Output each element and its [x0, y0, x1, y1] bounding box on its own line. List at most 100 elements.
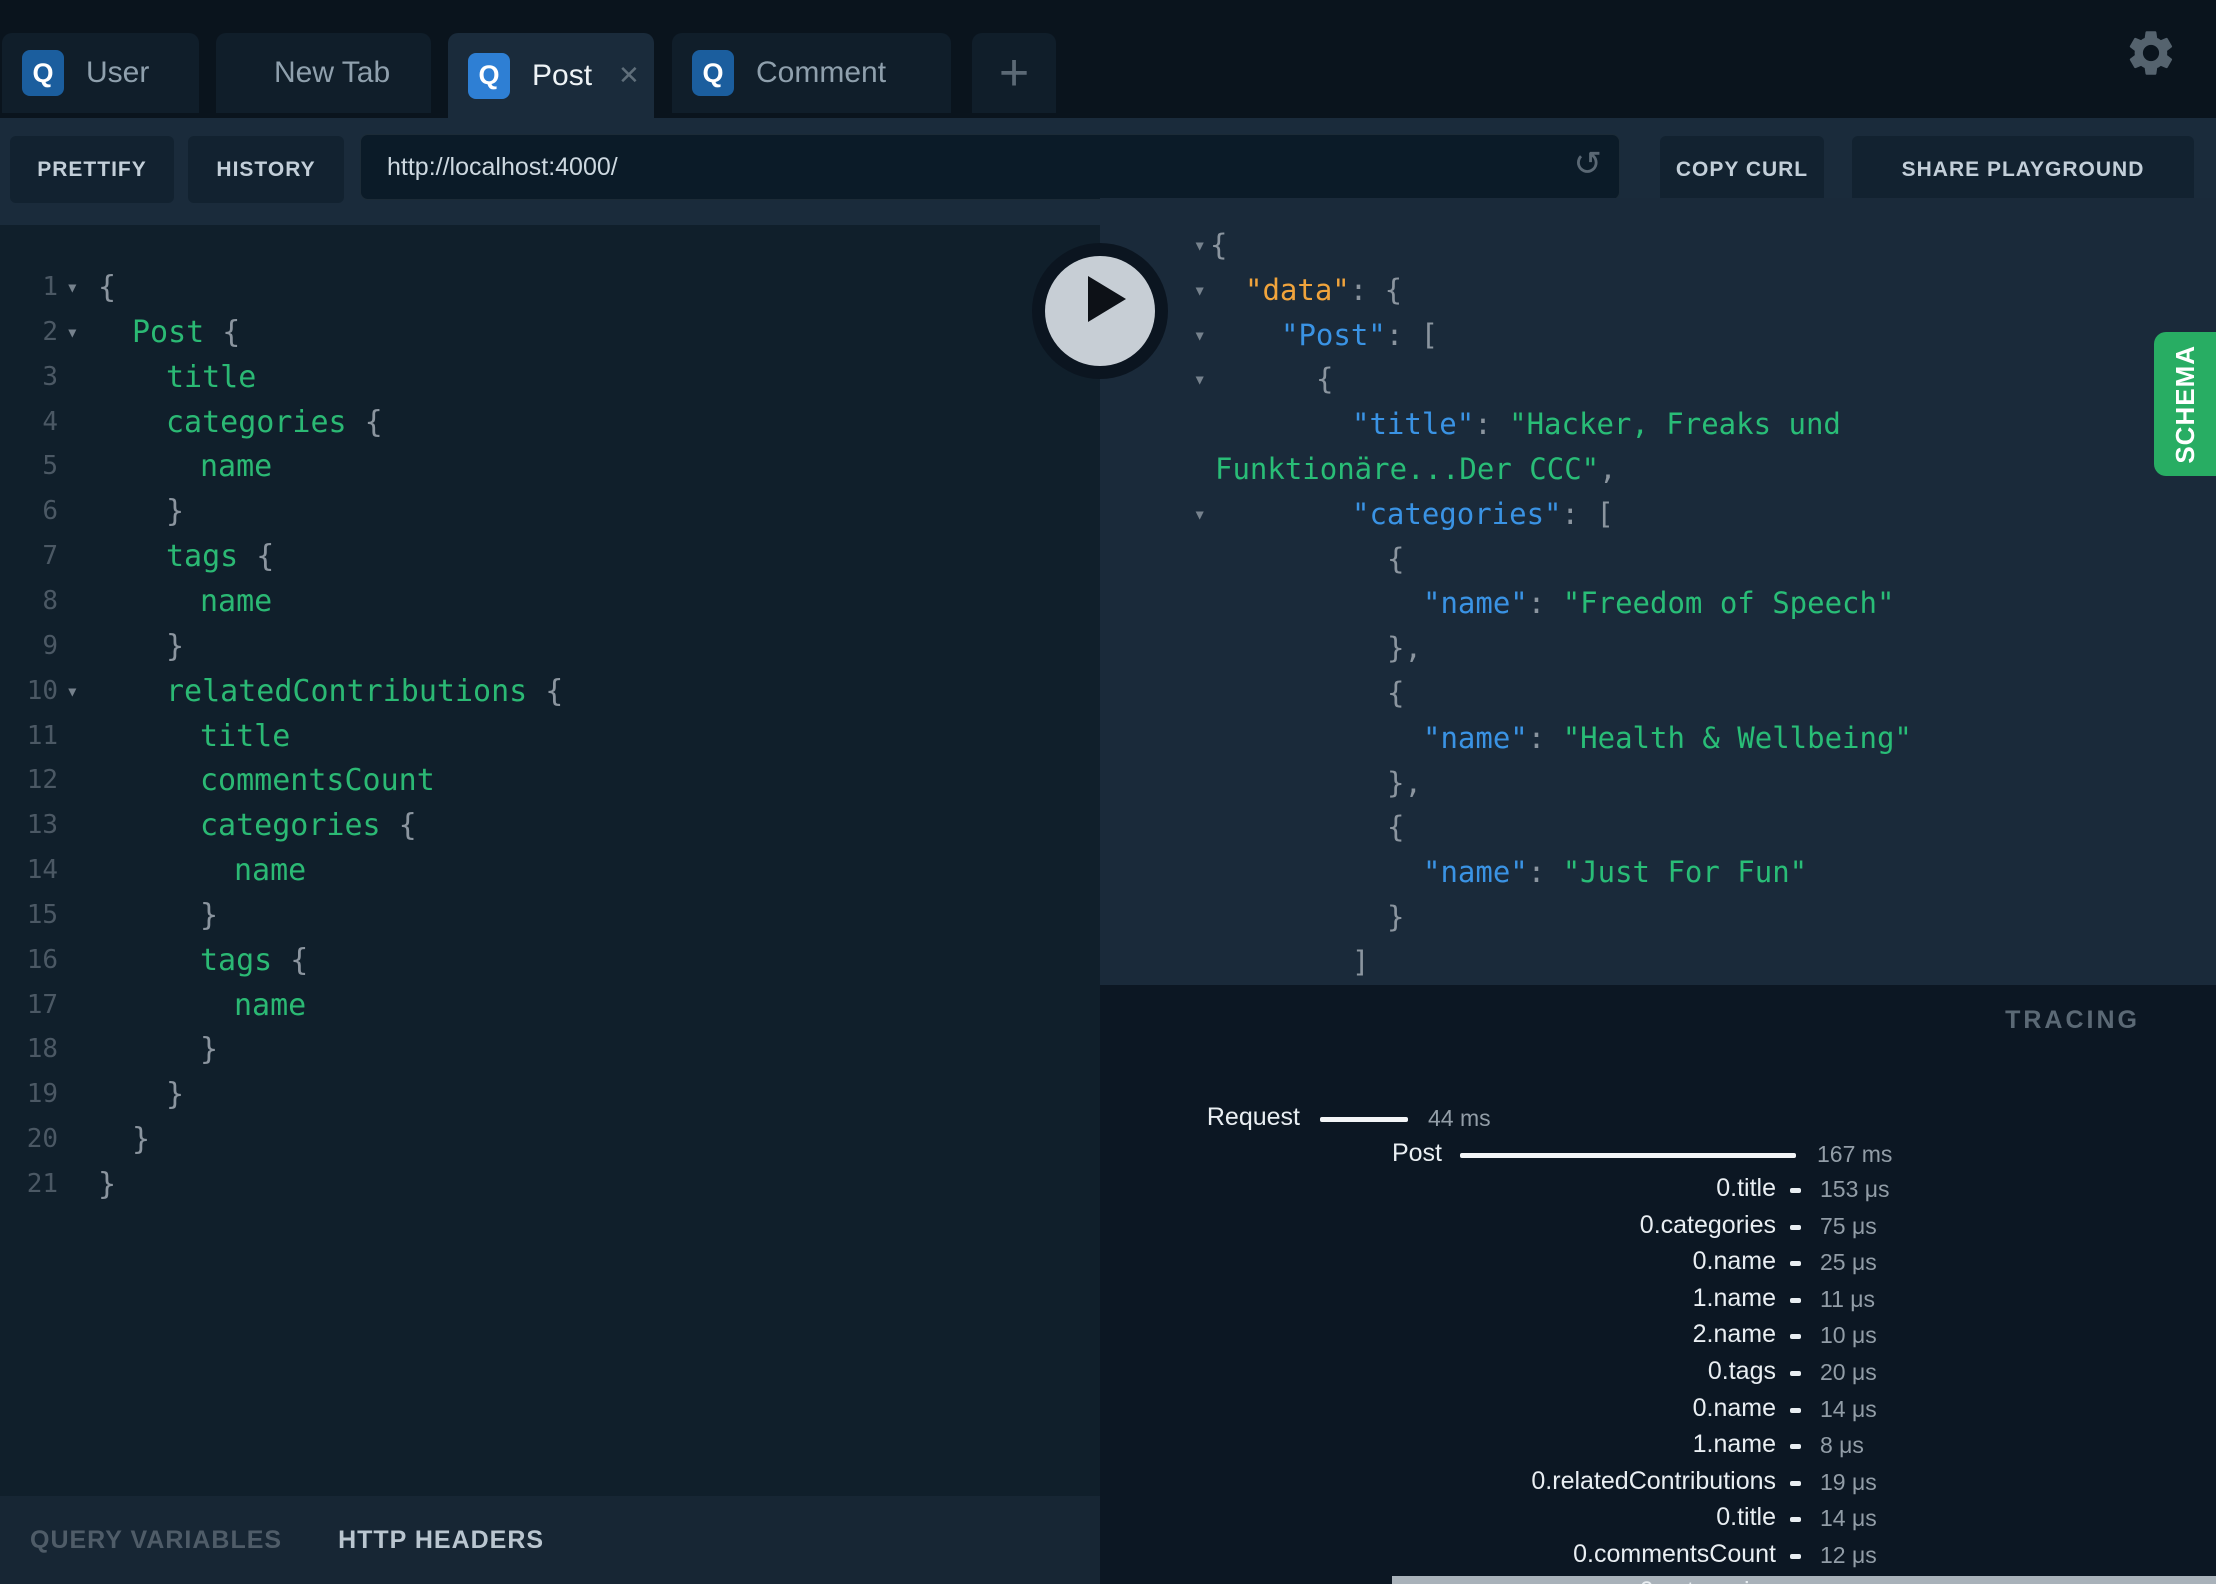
code-token: :	[1527, 855, 1563, 890]
settings-gear-icon[interactable]	[2124, 26, 2178, 80]
history-label: HISTORY	[216, 157, 316, 181]
code-text: categories {	[166, 400, 383, 445]
fold-arrow-icon[interactable]: ▾	[1140, 357, 1206, 402]
share-playground-button[interactable]: SHARE PLAYGROUND	[1852, 136, 2194, 203]
code-text: {	[98, 265, 116, 310]
code-token: "title"	[1352, 407, 1475, 442]
trace-duration-bar	[1460, 1153, 1796, 1158]
response-line: {	[1100, 537, 2216, 582]
json-text: }	[1387, 895, 1404, 940]
response-line: ]	[1100, 940, 2216, 985]
query-variables-tab[interactable]: QUERY VARIABLES	[30, 1526, 282, 1555]
code-text: name	[234, 983, 306, 1028]
line-number: 12	[26, 765, 58, 796]
trace-span-label: 0.title	[1716, 1174, 1776, 1202]
code-text: }	[200, 1027, 218, 1072]
history-button[interactable]: HISTORY	[188, 136, 344, 203]
line-number: 3	[42, 361, 58, 392]
editor-line: 1 ▾ {	[0, 265, 1100, 310]
editor-line: 6}	[0, 489, 1100, 534]
copy-curl-button[interactable]: COPY CURL	[1660, 136, 1824, 203]
tab-comment[interactable]: Q Comment	[672, 33, 951, 113]
schema-side-tab[interactable]: SCHEMA	[2154, 332, 2216, 476]
fold-arrow-icon[interactable]: ▾	[1140, 223, 1206, 268]
code-text: }	[166, 624, 184, 669]
code-text: tags {	[200, 938, 308, 983]
http-headers-tab[interactable]: HTTP HEADERS	[338, 1526, 544, 1555]
response-line: {	[1100, 671, 2216, 716]
json-text: Funktionäre...Der CCC",	[1215, 447, 1617, 492]
code-token: }	[1387, 900, 1405, 934]
fold-arrow-icon[interactable]: ▾	[1140, 492, 1206, 537]
execute-query-button[interactable]	[1032, 243, 1168, 379]
editor-line: 13 categories {	[0, 803, 1100, 848]
editor-line: 16 tags {	[0, 938, 1100, 983]
code-token: {	[238, 539, 275, 575]
trace-span-label: 0.categories	[1376, 1577, 1776, 1584]
line-number: 1	[42, 272, 58, 302]
trace-span-time: 19 μs	[1820, 1468, 1877, 1495]
code-token: : [	[1385, 317, 1439, 352]
query-badge: Q	[22, 50, 64, 96]
code-token: {	[272, 942, 309, 978]
fold-arrow-icon[interactable]: ▾	[66, 669, 79, 714]
code-text: commentsCount	[200, 758, 435, 803]
code-token: "Hacker, Freaks und	[1509, 407, 1841, 442]
endpoint-url-input[interactable]	[360, 134, 1620, 200]
trace-duration-dash	[1790, 1480, 1801, 1486]
trace-span-time: 12 μs	[1820, 1542, 1877, 1568]
line-number: 5	[42, 451, 58, 482]
code-text: categories {	[200, 803, 417, 848]
trace-span-label: 1.name	[1692, 1430, 1776, 1459]
query-badge: Q	[468, 52, 510, 99]
code-token: {	[527, 673, 564, 709]
trace-duration-dash	[1790, 1334, 1801, 1340]
query-badge: Q	[692, 50, 734, 96]
trace-span-time: 75 μs	[1820, 1212, 1877, 1239]
trace-duration-dash	[1790, 1297, 1801, 1303]
reload-schema-icon[interactable]: ↺	[1574, 144, 1603, 184]
code-text: name	[234, 848, 306, 893]
editor-line: 12 commentsCount	[0, 758, 1100, 803]
prettify-label: PRETTIFY	[37, 157, 147, 181]
response-line: ▾{	[1100, 357, 2216, 402]
tab-label: New Tab	[274, 56, 391, 89]
trace-span-time: 8 μs	[1820, 1432, 1864, 1459]
tab-post[interactable]: Q Post ✕	[448, 33, 654, 118]
line-number: 6	[42, 496, 58, 527]
code-token: }	[98, 1167, 117, 1202]
query-editor[interactable]: 1 ▾{2 ▾ Post {3 title 4 categories {5 name 6} 7 ta…	[0, 225, 1100, 1496]
editor-line: 18}	[0, 1027, 1100, 1072]
code-text: }	[166, 489, 184, 534]
json-text: "title": "Hacker, Freaks und	[1352, 402, 1841, 447]
trace-duration-dash	[1790, 1371, 1801, 1376]
json-text: "name": "Health & Wellbeing"	[1423, 716, 1912, 761]
code-text: name	[200, 579, 272, 624]
tab-user[interactable]: Q User	[2, 33, 199, 113]
code-token: "name"	[1423, 855, 1528, 890]
new-tab-button[interactable]: +	[972, 33, 1056, 113]
line-number: 16	[26, 944, 58, 975]
fold-arrow-icon[interactable]: ▾	[66, 265, 79, 310]
code-token: Post	[132, 314, 205, 350]
trace-duration-dash	[1790, 1224, 1801, 1230]
editor-line: 17 name	[0, 983, 1100, 1028]
tab-new-tab[interactable]: New Tab	[216, 33, 431, 113]
fold-arrow-icon[interactable]: ▾	[66, 310, 79, 355]
trace-duration-dash	[1790, 1554, 1801, 1559]
json-text: "name": "Just For Fun"	[1423, 850, 1807, 895]
json-text: "Post": [	[1281, 313, 1438, 358]
code-token: "Just For Fun"	[1562, 855, 1808, 890]
line-number: 11	[26, 720, 58, 751]
editor-line: 20}	[0, 1117, 1100, 1162]
line-number: 17	[26, 989, 58, 1020]
trace-duration-dash	[1790, 1188, 1801, 1193]
json-text: {	[1316, 357, 1333, 402]
response-line: "title": "Hacker, Freaks und	[1100, 402, 2216, 447]
close-tab-icon[interactable]: ✕	[618, 60, 640, 91]
prettify-button[interactable]: PRETTIFY	[10, 136, 174, 203]
line-number: 21	[26, 1169, 58, 1199]
response-line: ▾ "categories": [	[1100, 492, 2216, 537]
trace-span-time: 14 μs	[1820, 1395, 1877, 1422]
trace-span-time: 44 ms	[1428, 1105, 1491, 1131]
